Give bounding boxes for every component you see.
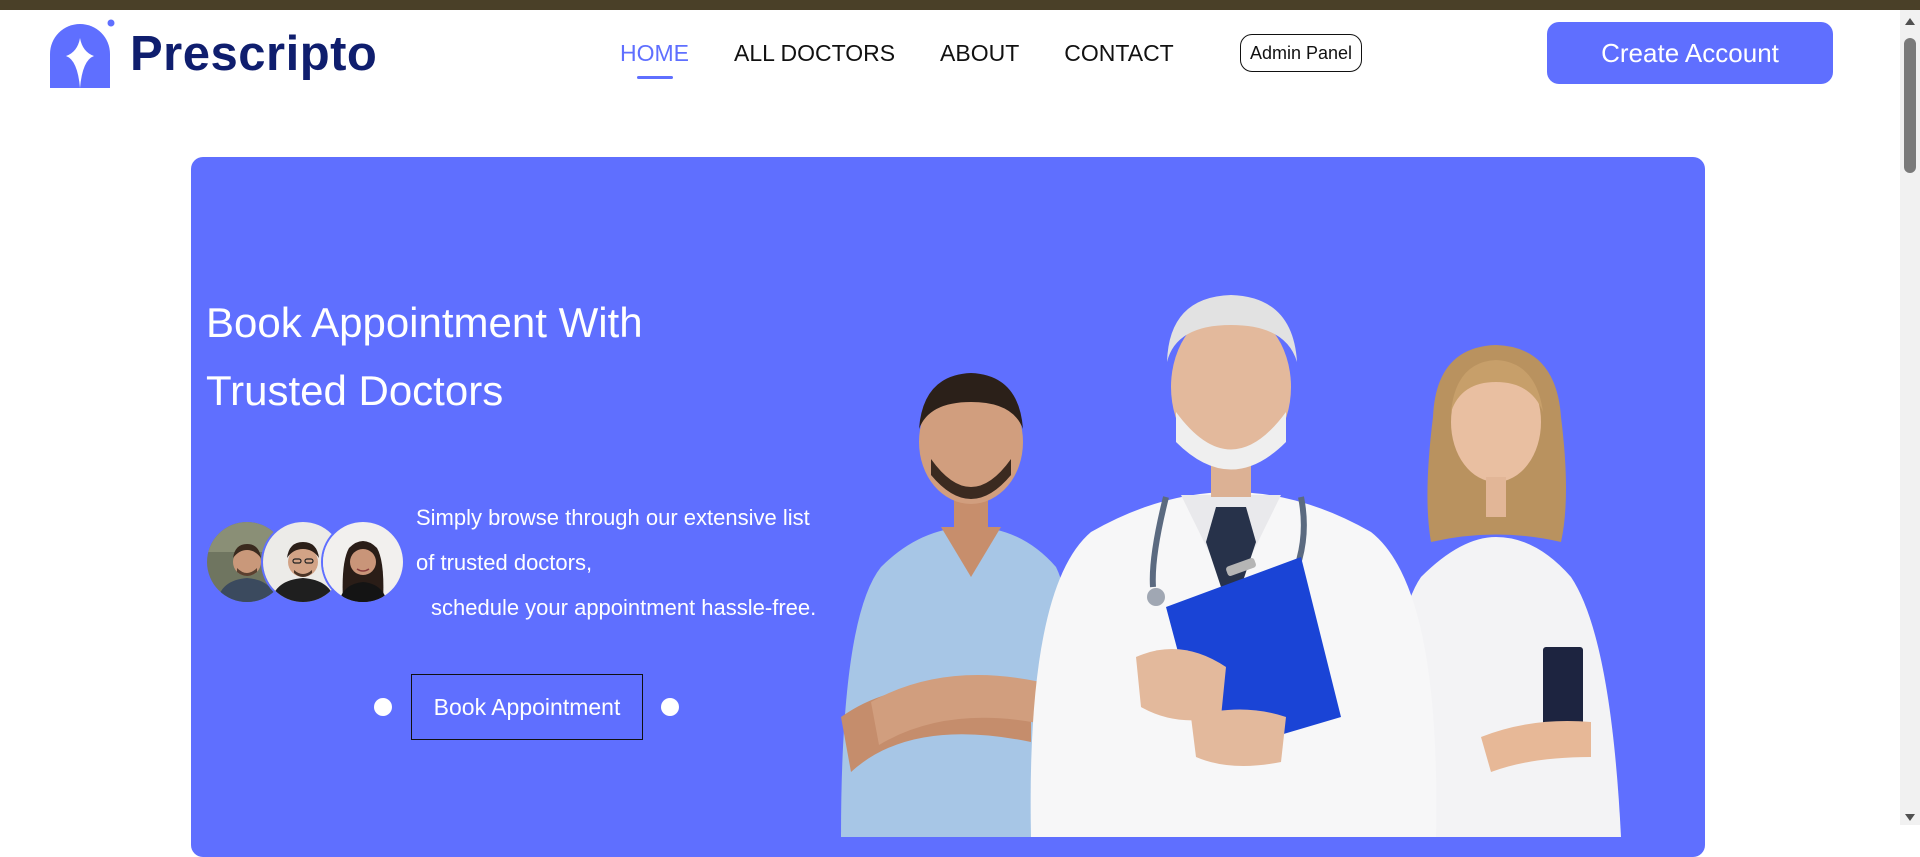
hero-description-line3: schedule your appointment hassle-free. (431, 595, 817, 620)
decorative-dot (374, 698, 392, 716)
nav-all-doctors[interactable]: ALL DOCTORS (734, 40, 895, 67)
create-account-button[interactable]: Create Account (1547, 22, 1833, 84)
scroll-down-arrow-icon[interactable] (1905, 814, 1915, 821)
navbar: Prescripto HOME ALL DOCTORS ABOUT CONTAC… (0, 10, 1900, 110)
hero-description-line2: of trusted doctors, (416, 550, 593, 575)
decorative-dot (661, 698, 679, 716)
main-nav: HOME ALL DOCTORS ABOUT CONTACT (620, 40, 1219, 79)
book-appointment-button[interactable]: Book Appointment (411, 674, 643, 740)
hero-title-line1: Book Appointment With (206, 299, 643, 346)
logo-icon (50, 19, 115, 88)
hero-title: Book Appointment With Trusted Doctors (206, 289, 766, 425)
doctors-group-image (841, 295, 1621, 837)
avatar (321, 520, 405, 604)
hero-description-line1: Simply browse through our extensive list (416, 505, 810, 530)
page-scrollbar[interactable] (1900, 10, 1920, 825)
doctor-avatar-group (205, 520, 405, 604)
browser-top-strip (0, 0, 1920, 10)
active-underline (636, 76, 673, 79)
nav-contact[interactable]: CONTACT (1064, 40, 1173, 67)
logo[interactable]: Prescripto (44, 18, 377, 90)
scroll-thumb[interactable] (1904, 38, 1916, 173)
nav-home-label: HOME (620, 40, 689, 66)
hero-banner: Book Appointment With Trusted Doctors Si… (191, 157, 1705, 857)
admin-panel-button[interactable]: Admin Panel (1240, 34, 1363, 72)
brand-name: Prescripto (130, 26, 378, 81)
senior-doctor (1030, 295, 1437, 837)
nav-home[interactable]: HOME (620, 40, 689, 79)
nav-about[interactable]: ABOUT (940, 40, 1019, 67)
scroll-up-arrow-icon[interactable] (1905, 18, 1915, 25)
hero-title-line2: Trusted Doctors (206, 367, 504, 414)
hero-description: Simply browse through our extensive list… (416, 495, 816, 630)
